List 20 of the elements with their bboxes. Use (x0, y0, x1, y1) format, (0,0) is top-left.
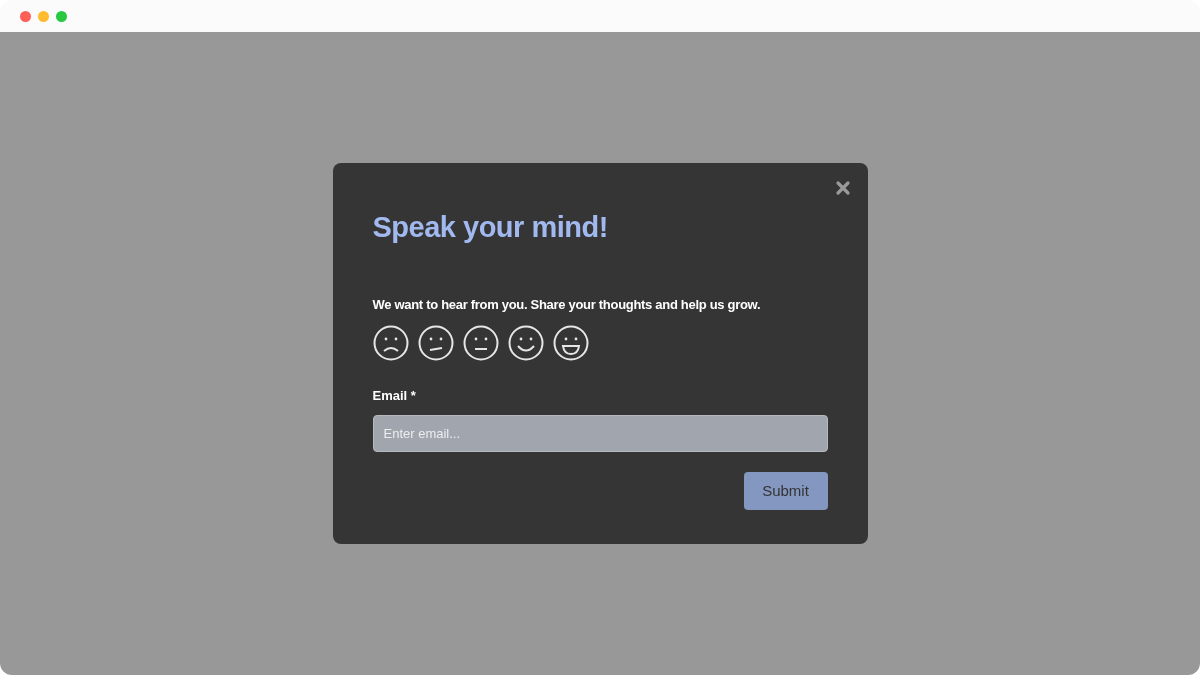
window-close-dot[interactable] (20, 10, 31, 22)
delighted-face-icon (552, 324, 589, 361)
email-field[interactable]: Enter email... (372, 415, 828, 452)
unsure-face-icon (417, 324, 454, 361)
happy-face-rating[interactable] (507, 324, 544, 361)
sad-face-rating[interactable] (372, 324, 409, 361)
neutral-face-icon (462, 324, 499, 361)
window-maximize-dot[interactable] (56, 10, 67, 22)
unsure-face-rating[interactable] (417, 324, 454, 361)
close-icon (834, 180, 851, 196)
neutral-face-rating[interactable] (462, 324, 499, 361)
prompt-text: We want to hear from you. Share your thoughts and help us grow. (372, 296, 762, 314)
sad-face-icon (372, 324, 409, 361)
happy-face-icon (507, 324, 544, 361)
email-label: Email * (372, 386, 416, 405)
dialog-title: Speak your mind! (372, 210, 609, 245)
window-minimize-dot[interactable] (38, 10, 49, 22)
submit-button[interactable]: Submit (743, 472, 828, 510)
delighted-face-rating[interactable] (552, 324, 589, 361)
close-button[interactable] (834, 180, 851, 196)
